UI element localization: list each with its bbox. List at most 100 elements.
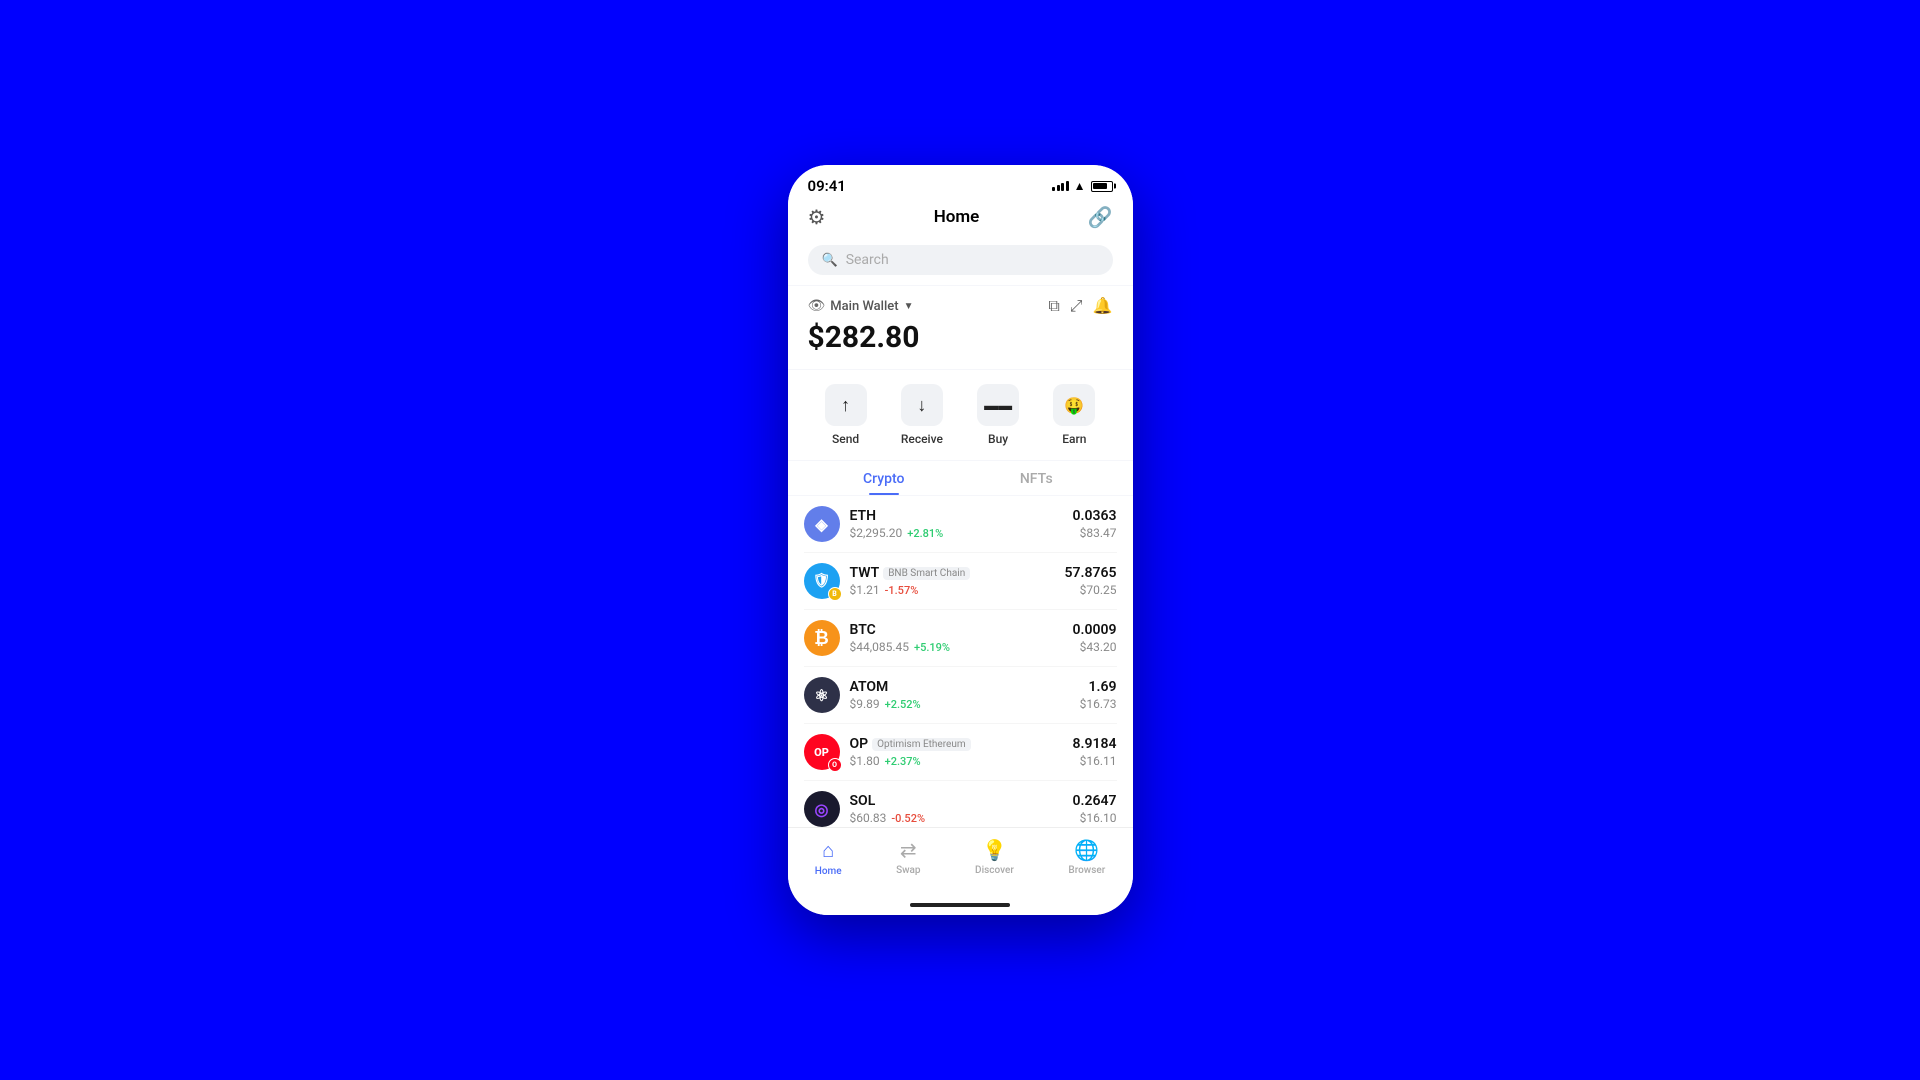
btc-info: BTC $44,085.45 +5.19% — [850, 622, 1073, 654]
receive-icon: ↓ — [901, 384, 943, 426]
nav-home[interactable]: ⌂ Home — [799, 836, 858, 879]
twt-change: -1.57% — [885, 584, 919, 597]
crypto-list: ◈ ETH $2,295.20 +2.81% 0.0363 $83.47 🛡 B — [788, 496, 1133, 827]
send-button[interactable]: ↑ Send — [825, 384, 867, 446]
list-item[interactable]: OP O OP Optimism Ethereum $1.80 +2.37% 8… — [804, 724, 1117, 781]
twt-amounts: 57.8765 $70.25 — [1065, 565, 1117, 597]
wallet-name-row[interactable]: 👁 Main Wallet ▼ — [808, 298, 914, 314]
eth-usd: $83.47 — [1073, 526, 1117, 540]
btc-amounts: 0.0009 $43.20 — [1073, 622, 1117, 654]
btc-change: +5.19% — [914, 641, 950, 654]
eth-amount: 0.0363 — [1073, 508, 1117, 524]
tab-nfts[interactable]: NFTs — [960, 461, 1113, 495]
eth-name: ETH — [850, 508, 877, 524]
status-bar: 09:41 ▲ — [788, 165, 1133, 201]
status-icons: ▲ — [1052, 179, 1112, 193]
tabs: Crypto NFTs — [788, 461, 1133, 495]
op-usd: $16.11 — [1073, 754, 1117, 768]
buy-icon: ▬▬ — [977, 384, 1019, 426]
wallet-balance: $282.80 — [808, 320, 1113, 355]
list-item[interactable]: ⚛ ATOM $9.89 +2.52% 1.69 $16.73 — [804, 667, 1117, 724]
bottom-nav: ⌂ Home ⇄ Swap 💡 Discover 🌐 Browser — [788, 827, 1133, 899]
sol-amounts: 0.2647 $16.10 — [1073, 793, 1117, 825]
bell-icon[interactable]: 🔔 — [1093, 296, 1113, 316]
page-title: Home — [934, 207, 980, 227]
earn-icon: 🤑 — [1053, 384, 1095, 426]
btc-amount: 0.0009 — [1073, 622, 1117, 638]
eth-change: +2.81% — [907, 527, 943, 540]
eye-icon: 👁 — [808, 298, 826, 314]
list-item[interactable]: ◎ SOL $60.83 -0.52% 0.2647 $16.10 — [804, 781, 1117, 827]
list-item[interactable]: 🛡 B TWT BNB Smart Chain $1.21 -1.57% 57.… — [804, 553, 1117, 610]
chevron-down-icon: ▼ — [904, 301, 914, 312]
wallet-section: 👁 Main Wallet ▼ ⧉ ⤢ 🔔 $282.80 — [788, 286, 1133, 369]
home-label: Home — [815, 866, 842, 877]
atom-price: $9.89 — [850, 697, 880, 711]
eth-price: $2,295.20 — [850, 526, 903, 540]
twt-chain: BNB Smart Chain — [883, 567, 970, 580]
op-name: OP — [850, 736, 869, 752]
eth-amounts: 0.0363 $83.47 — [1073, 508, 1117, 540]
op-chain: Optimism Ethereum — [872, 738, 970, 751]
receive-button[interactable]: ↓ Receive — [901, 384, 943, 446]
earn-button[interactable]: 🤑 Earn — [1053, 384, 1095, 446]
op-amounts: 8.9184 $16.11 — [1073, 736, 1117, 768]
status-time: 09:41 — [808, 177, 846, 195]
buy-button[interactable]: ▬▬ Buy — [977, 384, 1019, 446]
sol-amount: 0.2647 — [1073, 793, 1117, 809]
search-placeholder: Search — [846, 252, 889, 268]
search-bar: 🔍 Search — [788, 239, 1133, 285]
copy-icon[interactable]: ⧉ — [1048, 296, 1059, 316]
discover-label: Discover — [975, 865, 1014, 876]
swap-label: Swap — [896, 865, 921, 876]
browser-label: Browser — [1068, 865, 1105, 876]
atom-amounts: 1.69 $16.73 — [1080, 679, 1117, 711]
nav-discover[interactable]: 💡 Discover — [959, 836, 1030, 879]
eth-logo: ◈ — [804, 506, 840, 542]
receive-label: Receive — [901, 432, 943, 446]
phone-frame: 09:41 ▲ ⚙ Home 🔗 🔍 Search — [788, 165, 1133, 915]
twt-logo: 🛡 B — [804, 563, 840, 599]
nav-swap[interactable]: ⇄ Swap — [880, 836, 937, 879]
btc-logo: ₿ — [804, 620, 840, 656]
send-icon: ↑ — [825, 384, 867, 426]
sol-change: -0.52% — [891, 812, 925, 825]
settings-icon[interactable]: ⚙ — [808, 205, 826, 229]
nav-browser[interactable]: 🌐 Browser — [1052, 836, 1121, 879]
tab-crypto[interactable]: Crypto — [808, 461, 961, 495]
discover-icon: 💡 — [982, 838, 1007, 862]
twt-price: $1.21 — [850, 583, 880, 597]
wallet-action-icons: ⧉ ⤢ 🔔 — [1048, 296, 1112, 316]
header: ⚙ Home 🔗 — [788, 201, 1133, 239]
home-indicator — [788, 899, 1133, 915]
twt-usd: $70.25 — [1065, 583, 1117, 597]
btc-usd: $43.20 — [1073, 640, 1117, 654]
home-icon: ⌂ — [822, 838, 834, 863]
atom-change: +2.52% — [885, 698, 921, 711]
swap-icon: ⇄ — [900, 838, 917, 862]
twt-name: TWT — [850, 565, 880, 581]
sol-price: $60.83 — [850, 811, 887, 825]
atom-logo: ⚛ — [804, 677, 840, 713]
eth-info: ETH $2,295.20 +2.81% — [850, 508, 1073, 540]
profile-icon[interactable]: 🔗 — [1088, 205, 1113, 229]
action-buttons: ↑ Send ↓ Receive ▬▬ Buy 🤑 Earn — [788, 370, 1133, 460]
list-item[interactable]: ₿ BTC $44,085.45 +5.19% 0.0009 $43.20 — [804, 610, 1117, 667]
search-input-wrap[interactable]: 🔍 Search — [808, 245, 1113, 275]
wifi-icon: ▲ — [1074, 179, 1086, 193]
op-logo: OP O — [804, 734, 840, 770]
twt-amount: 57.8765 — [1065, 565, 1117, 581]
send-label: Send — [832, 432, 859, 446]
atom-usd: $16.73 — [1080, 697, 1117, 711]
twt-info: TWT BNB Smart Chain $1.21 -1.57% — [850, 565, 1065, 597]
wallet-name: Main Wallet — [830, 299, 898, 314]
home-bar — [910, 903, 1010, 907]
btc-name: BTC — [850, 622, 876, 638]
sol-info: SOL $60.83 -0.52% — [850, 793, 1073, 825]
expand-icon[interactable]: ⤢ — [1070, 296, 1083, 316]
wallet-header: 👁 Main Wallet ▼ ⧉ ⤢ 🔔 — [808, 296, 1113, 316]
browser-icon: 🌐 — [1074, 838, 1099, 862]
list-item[interactable]: ◈ ETH $2,295.20 +2.81% 0.0363 $83.47 — [804, 496, 1117, 553]
sol-name: SOL — [850, 793, 876, 809]
battery-icon — [1091, 181, 1113, 192]
